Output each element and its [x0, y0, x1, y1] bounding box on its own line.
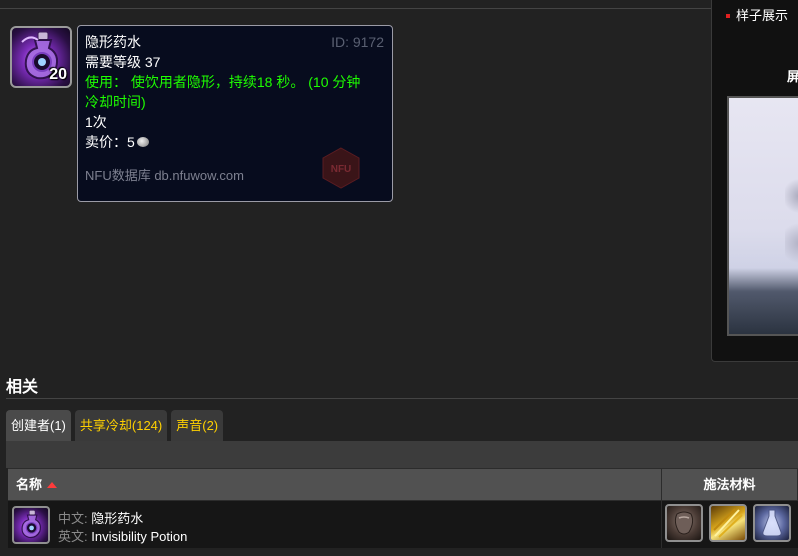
top-divider: [0, 8, 712, 9]
preview-figure-upper: [785, 176, 798, 216]
nfu-logo-text: NFU: [331, 164, 352, 175]
sort-ascending-icon: [47, 482, 58, 488]
sidebar-link-model-viewer[interactable]: 样子展示: [726, 5, 788, 24]
table-header: 名称 施法材料: [8, 468, 798, 500]
reagent-1-graphic: [674, 511, 694, 535]
column-name-label: 名称: [16, 477, 43, 492]
reagent-3-icon[interactable]: [753, 504, 791, 542]
model-preview-image[interactable]: [727, 96, 798, 336]
english-value[interactable]: Invisibility Potion: [91, 529, 187, 544]
silver-coin-icon: [136, 137, 149, 148]
item-id: ID: 9172: [331, 34, 384, 50]
invisibility-potion-icon[interactable]: [12, 506, 50, 544]
stack-count: 20: [49, 66, 67, 83]
item-tooltip: 隐形药水 ID: 9172 需要等级 37 使用： 使饮用者隐形，持续18 秒。…: [77, 25, 393, 202]
related-divider: [6, 398, 798, 399]
charges: 1次: [85, 114, 107, 130]
related-tabs: 创建者(1) 共享冷却(124) 声音(2): [6, 410, 224, 441]
tab-shared-cooldown[interactable]: 共享冷却(124): [74, 410, 168, 441]
nfu-logo-icon: NFU: [322, 147, 360, 189]
invisibility-potion-icon[interactable]: 20: [10, 26, 72, 88]
created-by-table: 名称 施法材料 中文: 隐形药水 英文: Invisibility Potion: [8, 468, 798, 548]
related-title: 相关: [6, 379, 39, 396]
tab-created-by[interactable]: 创建者(1): [6, 410, 71, 441]
english-label: 英文:: [58, 529, 88, 544]
source-text: NFU数据库 db.nfuwow.com: [85, 168, 244, 183]
sidebar-heading: 屏: [787, 66, 798, 85]
row-reagents-cell: [662, 501, 798, 548]
row-english-name: 英文: Invisibility Potion: [58, 526, 187, 545]
use-effect-line2: 冷却时间): [85, 94, 146, 110]
sidebar-panel: 样子展示 屏: [711, 0, 798, 362]
sell-price-text: 卖价：5: [85, 134, 135, 150]
reagent-1-icon[interactable]: [665, 504, 703, 542]
required-level: 需要等级 37: [85, 54, 161, 70]
row-name-cell: 中文: 隐形药水 英文: Invisibility Potion: [8, 501, 662, 548]
row-chinese-name: 中文: 隐形药水: [58, 508, 143, 527]
sidebar-link-label: 样子展示: [736, 8, 789, 23]
column-header-reagents[interactable]: 施法材料: [662, 469, 798, 500]
tab-content-header: [6, 441, 798, 468]
bullet-icon: [726, 13, 730, 18]
reagent-2-icon[interactable]: [709, 504, 747, 542]
tab-sounds[interactable]: 声音(2): [171, 410, 224, 441]
reagent-3-graphic: [762, 509, 782, 537]
reagent-2-graphic: [713, 508, 743, 538]
preview-figure-lower: [785, 218, 798, 268]
potion-bottle-icon: [21, 510, 42, 539]
column-header-name[interactable]: 名称: [8, 469, 662, 500]
chinese-value[interactable]: 隐形药水: [91, 511, 143, 526]
chinese-label: 中文:: [58, 511, 88, 526]
use-effect-line1: 使用： 使饮用者隐形，持续18 秒。 (10 分钟: [85, 74, 361, 90]
table-row[interactable]: 中文: 隐形药水 英文: Invisibility Potion: [8, 500, 798, 548]
